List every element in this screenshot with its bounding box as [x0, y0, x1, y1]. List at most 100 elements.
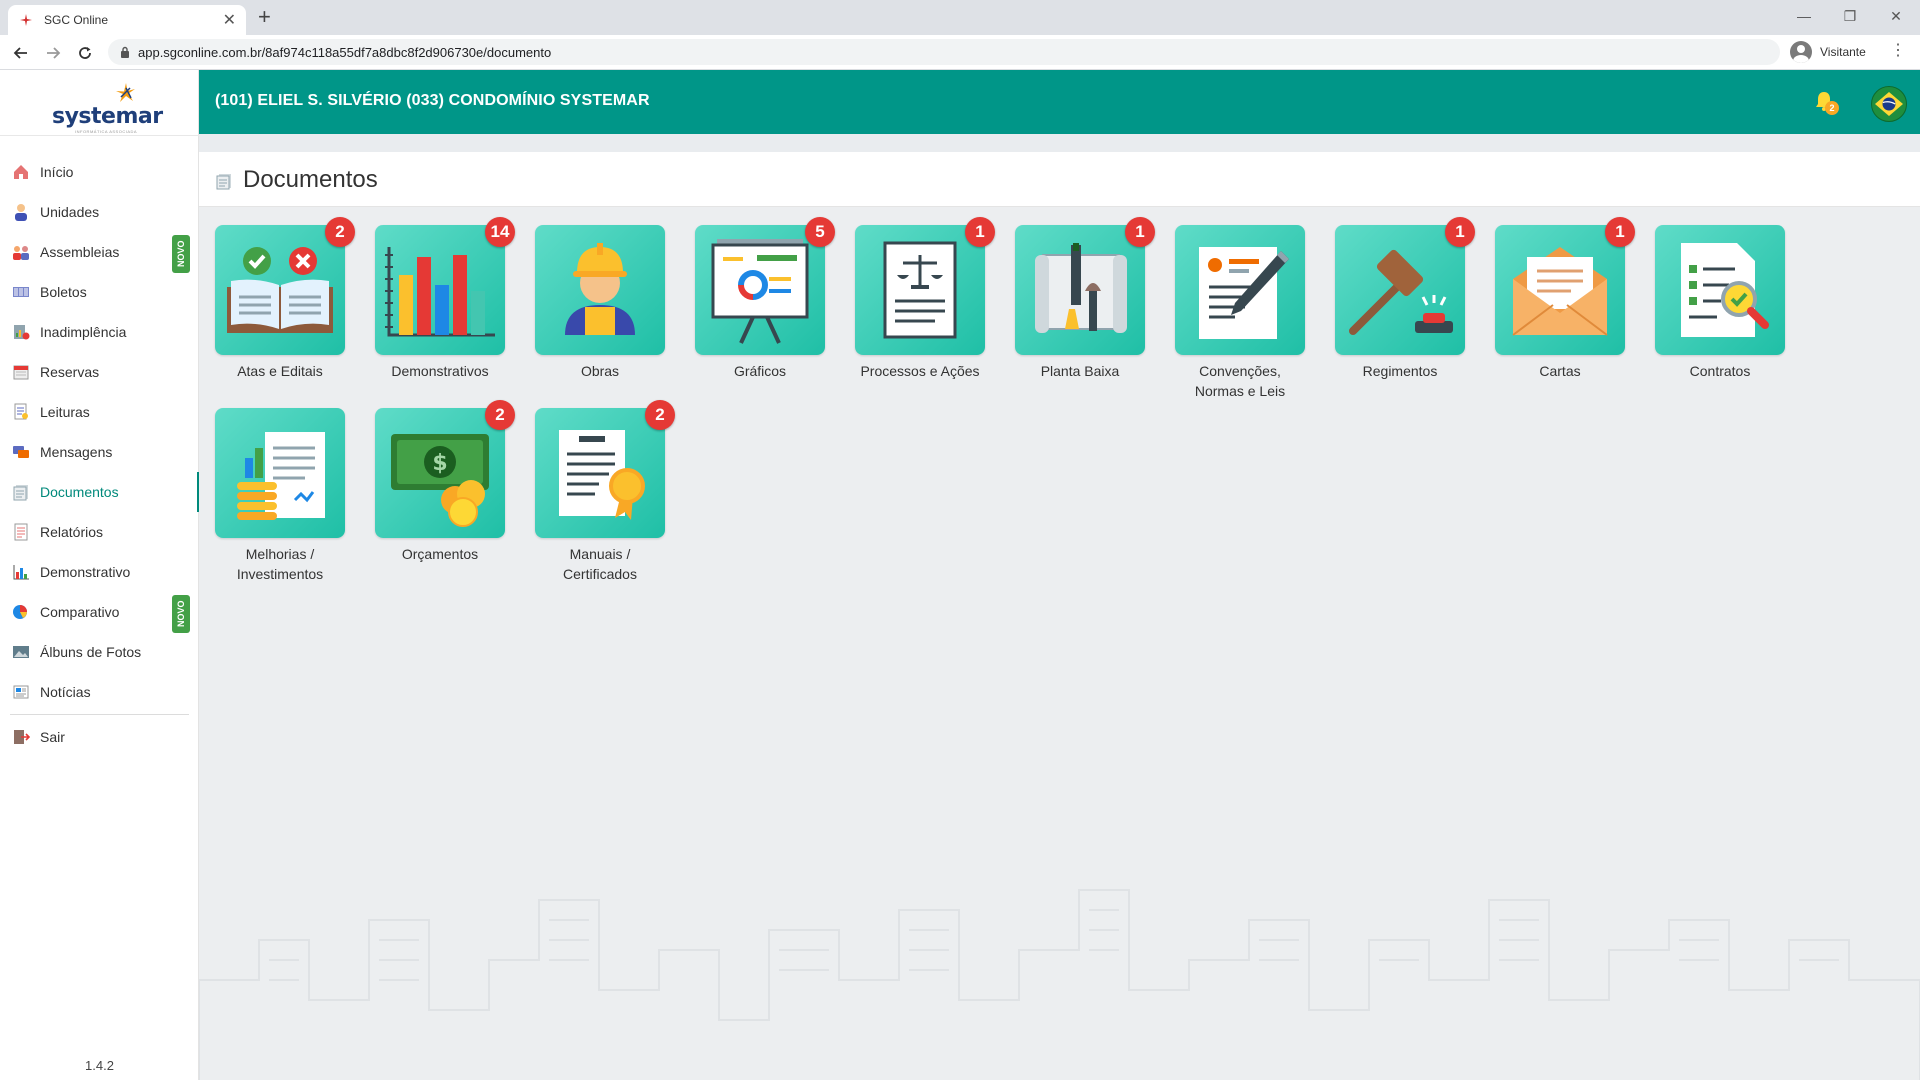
- doc-card-label: Melhorias / Investimentos: [236, 546, 324, 582]
- doc-count-badge: 14: [485, 217, 515, 247]
- doc-card-convencoes-normas-e-leis[interactable]: Convenções, Normas e Leis: [1175, 225, 1305, 401]
- doc-count-badge: 1: [1125, 217, 1155, 247]
- book-check-cross-icon: [215, 225, 345, 355]
- sidebar-divider: [0, 135, 199, 136]
- doc-card-label: Cartas: [1539, 363, 1581, 379]
- novo-badge: NOVO: [172, 595, 190, 633]
- barcode-icon: [12, 283, 30, 301]
- doc-card-processos-e-acoes[interactable]: Processos e Ações 1: [855, 217, 995, 381]
- sidebar-menu-divider: [10, 714, 189, 715]
- avatar-icon: [1790, 41, 1812, 63]
- documents-content: Atas e Editais 2 Demonstrativos 14 Obras…: [199, 207, 1920, 1080]
- doc-card-demonstrativos[interactable]: Demonstrativos 14: [375, 217, 515, 381]
- doc-count-badge: 1: [965, 217, 995, 247]
- sidebar-item-sair[interactable]: Sair: [0, 717, 199, 757]
- doc-card-label: Atas e Editais: [237, 363, 323, 379]
- systemar-logo[interactable]: systemar INFORMÁTICA ASSOCIADA: [45, 82, 163, 134]
- close-tab-icon[interactable]: ✕: [223, 10, 236, 30]
- doc-card-melhorias-investimentos[interactable]: Melhorias / Investimentos: [215, 408, 345, 584]
- home-icon: [12, 163, 30, 181]
- messages-icon: [12, 443, 30, 461]
- sidebar-item-relatorios[interactable]: Relatórios: [0, 512, 199, 552]
- bar-chart-icon: [375, 225, 505, 355]
- browser-menu-icon[interactable]: ⋮: [1890, 43, 1906, 59]
- notification-count-badge: 2: [1825, 101, 1839, 115]
- restore-window-icon[interactable]: ❐: [1828, 2, 1872, 30]
- browser-tab-title: SGC Online: [44, 13, 109, 27]
- app-version: 1.4.2: [85, 1058, 114, 1073]
- doc-card-planta-baixa[interactable]: Planta Baixa 1: [1015, 217, 1155, 381]
- doc-card-label: Planta Baixa: [1040, 363, 1120, 379]
- sidebar-item-comparativo[interactable]: Comparativo NOVO: [0, 592, 199, 633]
- sidebar-item-documentos[interactable]: Documentos: [0, 472, 199, 512]
- doc-card-label: Orçamentos: [401, 546, 479, 562]
- sidebar-item-noticias[interactable]: Notícias: [0, 672, 199, 712]
- page-title-bar: Documentos: [199, 152, 1920, 207]
- doc-card-graficos[interactable]: Gráficos 5: [695, 217, 835, 381]
- close-window-icon[interactable]: ✕: [1874, 2, 1918, 30]
- doc-card-atas-e-editais[interactable]: Atas e Editais 2: [215, 217, 355, 381]
- sidebar-item-albuns-de-fotos[interactable]: Álbuns de Fotos: [0, 632, 199, 672]
- doc-card-label: Convenções, Normas e Leis: [1194, 363, 1286, 399]
- minimize-window-icon[interactable]: —: [1782, 2, 1826, 30]
- doc-count-badge: 1: [1445, 217, 1475, 247]
- forward-icon[interactable]: [40, 40, 66, 66]
- documents-icon: [216, 174, 231, 190]
- doc-count-badge: 2: [645, 400, 675, 430]
- news-icon: [12, 683, 30, 701]
- address-bar[interactable]: app.sgconline.com.br/8af974c118a55df7a8d…: [108, 39, 1780, 65]
- documents-icon: [12, 483, 30, 501]
- new-tab-icon[interactable]: +: [258, 4, 271, 30]
- sidebar-item-inadimplencia[interactable]: Inadimplência: [0, 312, 199, 352]
- doc-card-cartas[interactable]: Cartas 1: [1495, 217, 1635, 381]
- logo-star-icon: [116, 83, 135, 102]
- url-text: app.sgconline.com.br/8af974c118a55df7a8d…: [138, 44, 552, 60]
- worker-icon: [535, 225, 665, 355]
- doc-card-regimentos[interactable]: Regimentos 1: [1335, 217, 1475, 381]
- browser-tab[interactable]: SGC Online ✕: [8, 5, 246, 35]
- sidebar-item-reservas[interactable]: Reservas: [0, 352, 199, 392]
- sidebar-item-assembleias[interactable]: Assembleias NOVO: [0, 232, 199, 273]
- logo-text: systemar: [52, 104, 163, 129]
- notifications-button[interactable]: 2: [1813, 90, 1839, 116]
- app-header: (101) ELIEL S. SILVÉRIO (033) CONDOMÍNIO…: [199, 70, 1920, 134]
- blueprint-icon: [1015, 225, 1145, 355]
- brazil-flag-icon[interactable]: [1871, 86, 1907, 122]
- debt-chart-icon: [12, 323, 30, 341]
- doc-card-contratos[interactable]: Contratos: [1655, 225, 1785, 381]
- people-icon: [12, 243, 30, 261]
- meter-reading-icon: [12, 403, 30, 421]
- sidebar-item-mensagens[interactable]: Mensagens: [0, 432, 199, 472]
- city-skyline-background: [199, 889, 1920, 1080]
- doc-count-badge: 2: [325, 217, 355, 247]
- doc-card-label: Manuais / Certificados: [563, 546, 637, 582]
- logo-tagline: INFORMÁTICA ASSOCIADA: [75, 129, 138, 134]
- presentation-board-icon: [695, 225, 825, 355]
- profile-button[interactable]: Visitante: [1790, 39, 1866, 65]
- sidebar-item-unidades[interactable]: Unidades: [0, 192, 199, 232]
- doc-card-label: Contratos: [1689, 363, 1751, 379]
- doc-card-obras[interactable]: Obras: [535, 225, 665, 381]
- sidebar-item-boletos[interactable]: Boletos: [0, 272, 199, 312]
- header-spacer: [199, 134, 1920, 152]
- sgc-favicon-icon: [20, 14, 32, 26]
- doc-card-label: Processos e Ações: [860, 363, 980, 379]
- reload-icon[interactable]: [72, 40, 98, 66]
- profile-name: Visitante: [1820, 45, 1866, 59]
- sidebar-item-inicio[interactable]: Início: [0, 152, 199, 192]
- sidebar-item-leituras[interactable]: Leituras: [0, 392, 199, 432]
- doc-card-label: Demonstrativos: [391, 363, 489, 379]
- novo-badge: NOVO: [172, 235, 190, 273]
- doc-card-orcamentos[interactable]: $ Orçamentos 2: [375, 400, 515, 564]
- browser-toolbar: app.sgconline.com.br/8af974c118a55df7a8d…: [0, 35, 1920, 70]
- lock-icon: [121, 46, 129, 58]
- doc-card-label: Gráficos: [733, 363, 787, 379]
- gavel-icon: [1335, 225, 1465, 355]
- sidebar-item-demonstrativo[interactable]: Demonstrativo: [0, 552, 199, 592]
- back-icon[interactable]: [8, 40, 34, 66]
- money-coins-icon: $: [375, 408, 505, 538]
- envelope-icon: [1495, 225, 1625, 355]
- logout-icon: [12, 728, 31, 746]
- doc-count-badge: 1: [1605, 217, 1635, 247]
- doc-card-manuais-certificados[interactable]: Manuais / Certificados 2: [535, 400, 675, 584]
